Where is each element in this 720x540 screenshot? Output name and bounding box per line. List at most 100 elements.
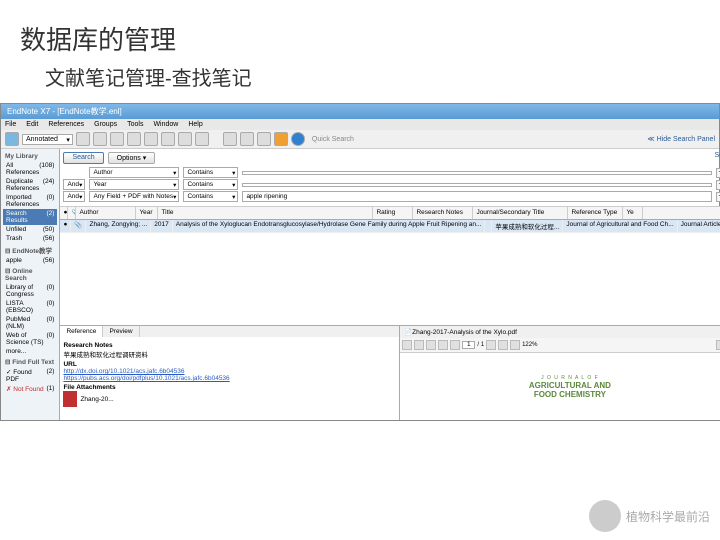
col-author[interactable]: Author xyxy=(76,207,136,219)
tb-icon-8[interactable] xyxy=(195,132,209,146)
menu-window[interactable]: Window xyxy=(153,121,178,128)
tb-icon-7[interactable] xyxy=(178,132,192,146)
field-select-3[interactable]: Any Field + PDF with Notes xyxy=(89,191,179,202)
sidebar-groups-head: ⊟ EndNote教学 xyxy=(3,243,57,256)
col-attach[interactable]: 📎 xyxy=(68,207,76,219)
help-icon[interactable] xyxy=(291,132,305,146)
add-row-icon[interactable]: + xyxy=(716,192,720,202)
tb-icon-1[interactable] xyxy=(76,132,90,146)
quick-search[interactable]: Quick Search xyxy=(312,136,354,143)
tab-reference[interactable]: Reference xyxy=(60,326,103,337)
tab-preview[interactable]: Preview xyxy=(103,326,139,337)
value-input-1[interactable] xyxy=(242,171,711,175)
tb-icon-11[interactable] xyxy=(257,132,271,146)
add-row-icon[interactable]: + xyxy=(716,180,720,190)
search-row-3: And Any Field + PDF with Notes Contains … xyxy=(63,191,720,202)
col-yr[interactable]: Ye xyxy=(623,207,643,219)
value-input-2[interactable] xyxy=(242,183,711,187)
slide-subtitle: 文献笔记管理-查找笔记 xyxy=(0,62,720,103)
menu-file[interactable]: File xyxy=(5,121,16,128)
pdf-tab-title[interactable]: Zhang-2017-Analysis of the Xylo.pdf xyxy=(412,329,517,336)
notes-value[interactable]: 苹果成熟和软化过程调研资料 xyxy=(63,349,396,359)
watermark-text: 植物科学最前沿 xyxy=(626,508,710,525)
tb-icon-4[interactable] xyxy=(127,132,141,146)
col-year[interactable]: Year xyxy=(136,207,158,219)
hide-search-panel[interactable]: ≪ Hide Search Panel xyxy=(647,135,715,143)
grid-row[interactable]: ● 📎 Zhang, Zongying; ... 2017 Analysis o… xyxy=(60,220,720,233)
pdf-zoom[interactable]: 122% xyxy=(522,342,537,348)
sidebar-not-found[interactable]: ✗ Not Found(1) xyxy=(3,384,57,394)
options-button[interactable]: Options ▾ xyxy=(108,152,156,164)
pdf-print-icon[interactable] xyxy=(426,340,436,350)
notes-label: Research Notes xyxy=(63,342,396,349)
sidebar-trash[interactable]: Trash(56) xyxy=(3,234,57,243)
tb-icon-6[interactable] xyxy=(161,132,175,146)
pdf-icon[interactable] xyxy=(63,391,77,407)
add-row-icon[interactable]: + xyxy=(716,168,720,178)
col-title[interactable]: Title xyxy=(158,207,373,219)
sidebar-all-refs[interactable]: All References(108) xyxy=(3,161,57,177)
grid-header: ● 📎 Author Year Title Rating Research No… xyxy=(60,207,720,220)
globe-icon[interactable] xyxy=(5,132,19,146)
match-select-2[interactable]: Contains xyxy=(183,179,238,190)
mode-dropdown[interactable]: Annotated xyxy=(22,134,73,145)
pdf-email-icon[interactable] xyxy=(438,340,448,350)
toolbar: Annotated Quick Search ≪ Hide Search Pan… xyxy=(1,130,719,149)
tb-icon-3[interactable] xyxy=(110,132,124,146)
slide-title: 数据库的管理 xyxy=(0,0,720,62)
attach-name[interactable]: Zhang-20... xyxy=(80,396,113,403)
col-read[interactable]: ● xyxy=(60,207,68,219)
menu-tools[interactable]: Tools xyxy=(127,121,143,128)
menu-groups[interactable]: Groups xyxy=(94,121,117,128)
menu-references[interactable]: References xyxy=(48,121,84,128)
sidebar-dup-refs[interactable]: Duplicate References(24) xyxy=(3,177,57,193)
tb-icon-12[interactable] xyxy=(274,132,288,146)
field-select-2[interactable]: Year xyxy=(89,179,179,190)
sidebar: My Library All References(108) Duplicate… xyxy=(1,149,60,420)
sidebar-imported[interactable]: Imported References(0) xyxy=(3,193,57,209)
menu-edit[interactable]: Edit xyxy=(26,121,38,128)
pdf-prev-icon[interactable] xyxy=(450,340,460,350)
pdf-zoomout-icon[interactable] xyxy=(498,340,508,350)
sidebar-lista[interactable]: LISTA (EBSCO)(0) xyxy=(3,299,57,315)
sidebar-search-results[interactable]: Search Results(2) xyxy=(3,209,57,225)
search-row-2: And Year Contains +− xyxy=(63,179,720,190)
col-rating[interactable]: Rating xyxy=(373,207,413,219)
bottom-panes: Reference Preview Research Notes 苹果成熟和软化… xyxy=(60,325,720,420)
col-reftype[interactable]: Reference Type xyxy=(568,207,623,219)
menu-help[interactable]: Help xyxy=(188,121,202,128)
pdf-viewer[interactable]: J O U R N A L O F AGRICULTURAL AND FOOD … xyxy=(400,353,720,420)
url-link-1[interactable]: http://dx.doi.org/10.1021/acs.jafc.6b045… xyxy=(63,368,396,375)
pdf-page-total: / 1 xyxy=(477,342,484,348)
op-select-2[interactable]: And xyxy=(63,179,85,190)
col-journal[interactable]: Journal/Secondary Title xyxy=(473,207,568,219)
tb-icon-5[interactable] xyxy=(144,132,158,146)
match-select-1[interactable]: Contains xyxy=(183,167,238,178)
sidebar-loc[interactable]: Library of Congress(0) xyxy=(3,283,57,299)
col-notes[interactable]: Research Notes xyxy=(413,207,473,219)
tb-icon-9[interactable] xyxy=(223,132,237,146)
sidebar-found-pdf[interactable]: ✓ Found PDF(2) xyxy=(3,367,57,384)
tb-icon-2[interactable] xyxy=(93,132,107,146)
url-link-2[interactable]: https://pubs.acs.org/doi/pdfplus/10.1021… xyxy=(63,375,396,382)
tb-icon-10[interactable] xyxy=(240,132,254,146)
pdf-zoomin-icon[interactable] xyxy=(510,340,520,350)
search-link[interactable]: Search xyxy=(715,152,720,164)
op-select-3[interactable]: And xyxy=(63,191,85,202)
field-select-1[interactable]: Author xyxy=(89,167,179,178)
pdf-save-icon[interactable] xyxy=(414,340,424,350)
match-select-3[interactable]: Contains xyxy=(183,191,238,202)
pdf-open-icon[interactable] xyxy=(402,340,412,350)
sidebar-more[interactable]: more... xyxy=(3,347,57,356)
value-input-3[interactable]: apple ripening xyxy=(242,191,711,202)
pdf-toolbar: 1 / 1 122% xyxy=(400,338,720,353)
pdf-next-icon[interactable] xyxy=(486,340,496,350)
pdf-page[interactable]: 1 xyxy=(462,341,475,349)
pdf-tool-icon[interactable] xyxy=(716,340,720,350)
reference-pane: Reference Preview Research Notes 苹果成熟和软化… xyxy=(60,326,400,420)
sidebar-wos[interactable]: Web of Science (TS)(0) xyxy=(3,331,57,347)
sidebar-unfiled[interactable]: Unfiled(50) xyxy=(3,225,57,234)
sidebar-pubmed[interactable]: PubMed (NLM)(0) xyxy=(3,315,57,331)
sidebar-group-apple[interactable]: apple(56) xyxy=(3,256,57,265)
search-button[interactable]: Search xyxy=(63,152,103,164)
